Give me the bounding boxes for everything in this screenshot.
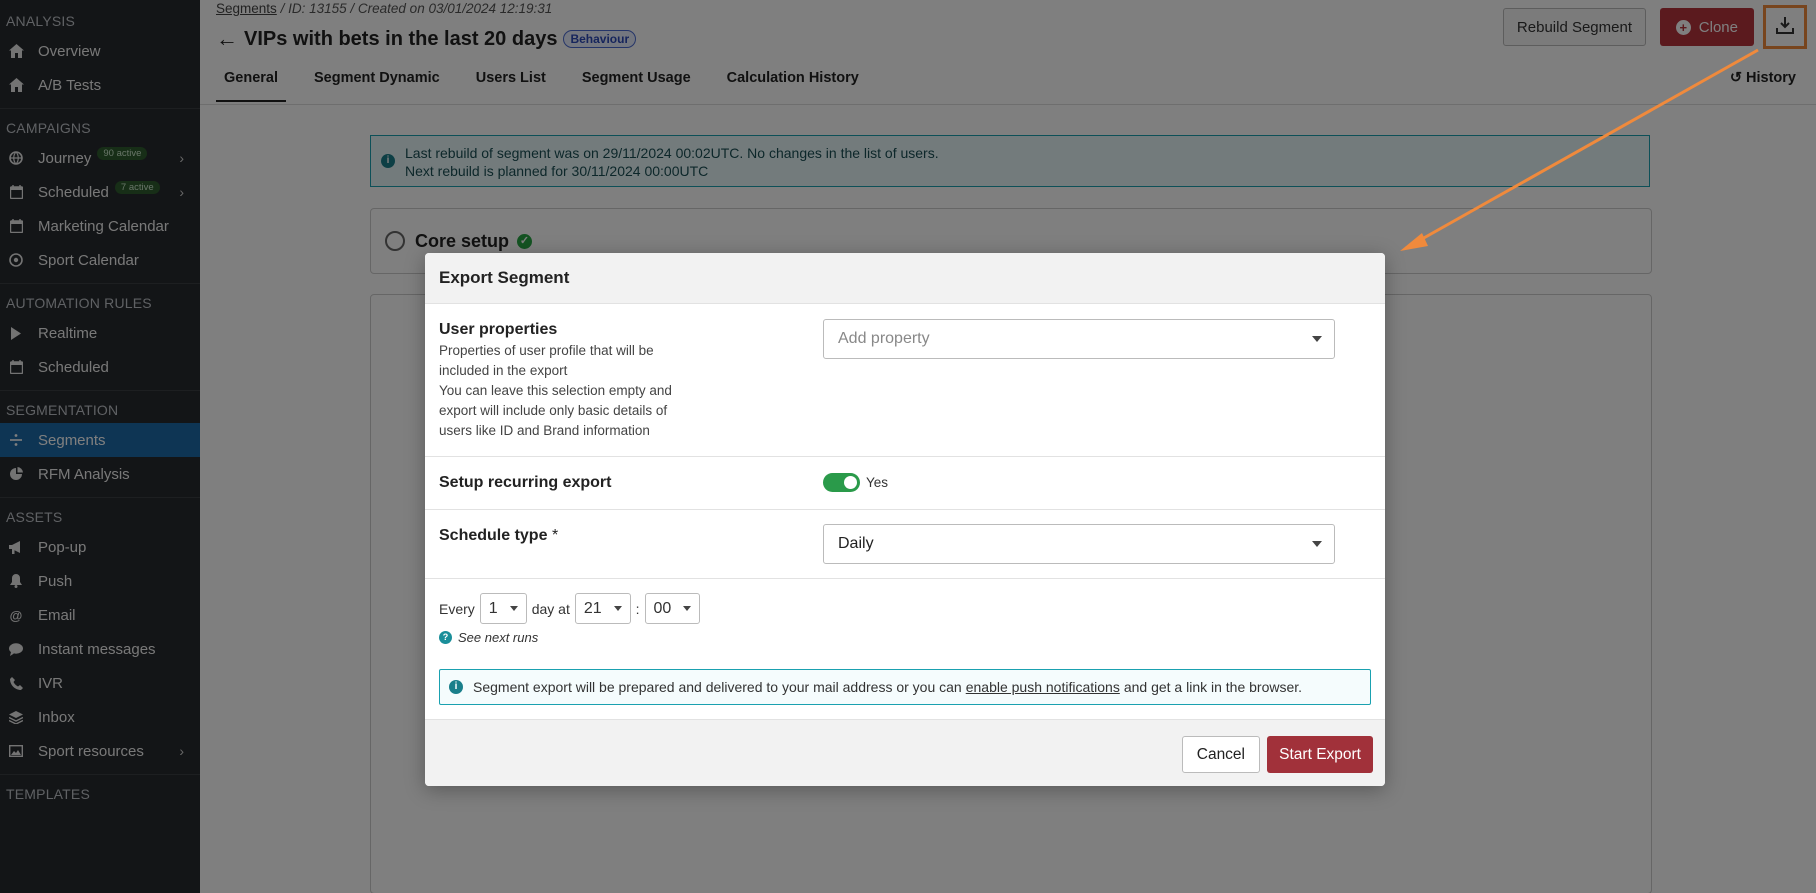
user-properties-row: User properties Properties of user profi… — [425, 304, 1385, 457]
add-property-placeholder: Add property — [838, 330, 930, 347]
schedule-frequency-row: Every 1 day at 21 : 00 ? See next runs — [425, 579, 1385, 669]
modal-title: Export Segment — [425, 253, 1385, 304]
user-properties-desc1: Properties of user profile that will be … — [439, 343, 654, 378]
recurring-export-label: Setup recurring export — [439, 474, 612, 491]
schedule-type-row: Schedule type * Daily — [425, 510, 1385, 579]
minute-select[interactable]: 00 — [644, 593, 701, 624]
export-info-banner: i Segment export will be prepared and de… — [439, 669, 1371, 705]
recurring-export-value: Yes — [866, 475, 889, 490]
day-at-label: day at — [531, 600, 570, 617]
export-info-text: Segment export will be prepared and deli… — [473, 679, 962, 695]
schedule-type-select[interactable]: Daily — [823, 524, 1335, 564]
minute-value: 00 — [653, 599, 672, 617]
modal-footer: Cancel Start Export — [425, 719, 1385, 786]
caret-down-icon — [683, 606, 692, 611]
hour-select[interactable]: 21 — [574, 593, 631, 624]
toggle-knob — [844, 476, 857, 489]
recurring-export-row: Setup recurring export Yes — [425, 457, 1385, 510]
export-segment-modal: Export Segment User properties Propertie… — [425, 253, 1385, 786]
recurring-export-toggle[interactable]: Yes — [823, 473, 888, 492]
start-export-button[interactable]: Start Export — [1267, 736, 1373, 773]
every-label: Every — [439, 600, 475, 617]
schedule-type-label-text: Schedule type — [439, 527, 548, 544]
cancel-button[interactable]: Cancel — [1181, 736, 1260, 773]
user-properties-desc2: You can leave this selection empty and e… — [439, 383, 672, 438]
hour-value: 21 — [583, 599, 602, 617]
enable-push-notifications-link[interactable]: enable push notifications — [966, 679, 1120, 695]
add-property-select[interactable]: Add property — [823, 319, 1335, 359]
see-next-runs-link[interactable]: ? See next runs — [439, 630, 538, 645]
info-icon: i — [449, 680, 463, 694]
schedule-type-value: Daily — [838, 535, 874, 552]
every-value-select[interactable]: 1 — [479, 593, 527, 624]
question-circle-icon: ? — [439, 631, 452, 644]
schedule-type-label: Schedule type * — [439, 527, 558, 545]
export-info-text-after: and get a link in the browser. — [1123, 679, 1303, 695]
every-day-at-controls: Every 1 day at 21 : 00 — [439, 593, 705, 624]
caret-down-icon — [1312, 541, 1322, 547]
time-colon: : — [635, 600, 640, 617]
toggle-track — [823, 473, 860, 492]
caret-down-icon — [509, 606, 518, 611]
every-value: 1 — [488, 599, 498, 617]
caret-down-icon — [613, 606, 622, 611]
required-asterisk: * — [551, 527, 559, 544]
caret-down-icon — [1312, 336, 1322, 342]
see-next-runs-label: See next runs — [458, 630, 539, 645]
